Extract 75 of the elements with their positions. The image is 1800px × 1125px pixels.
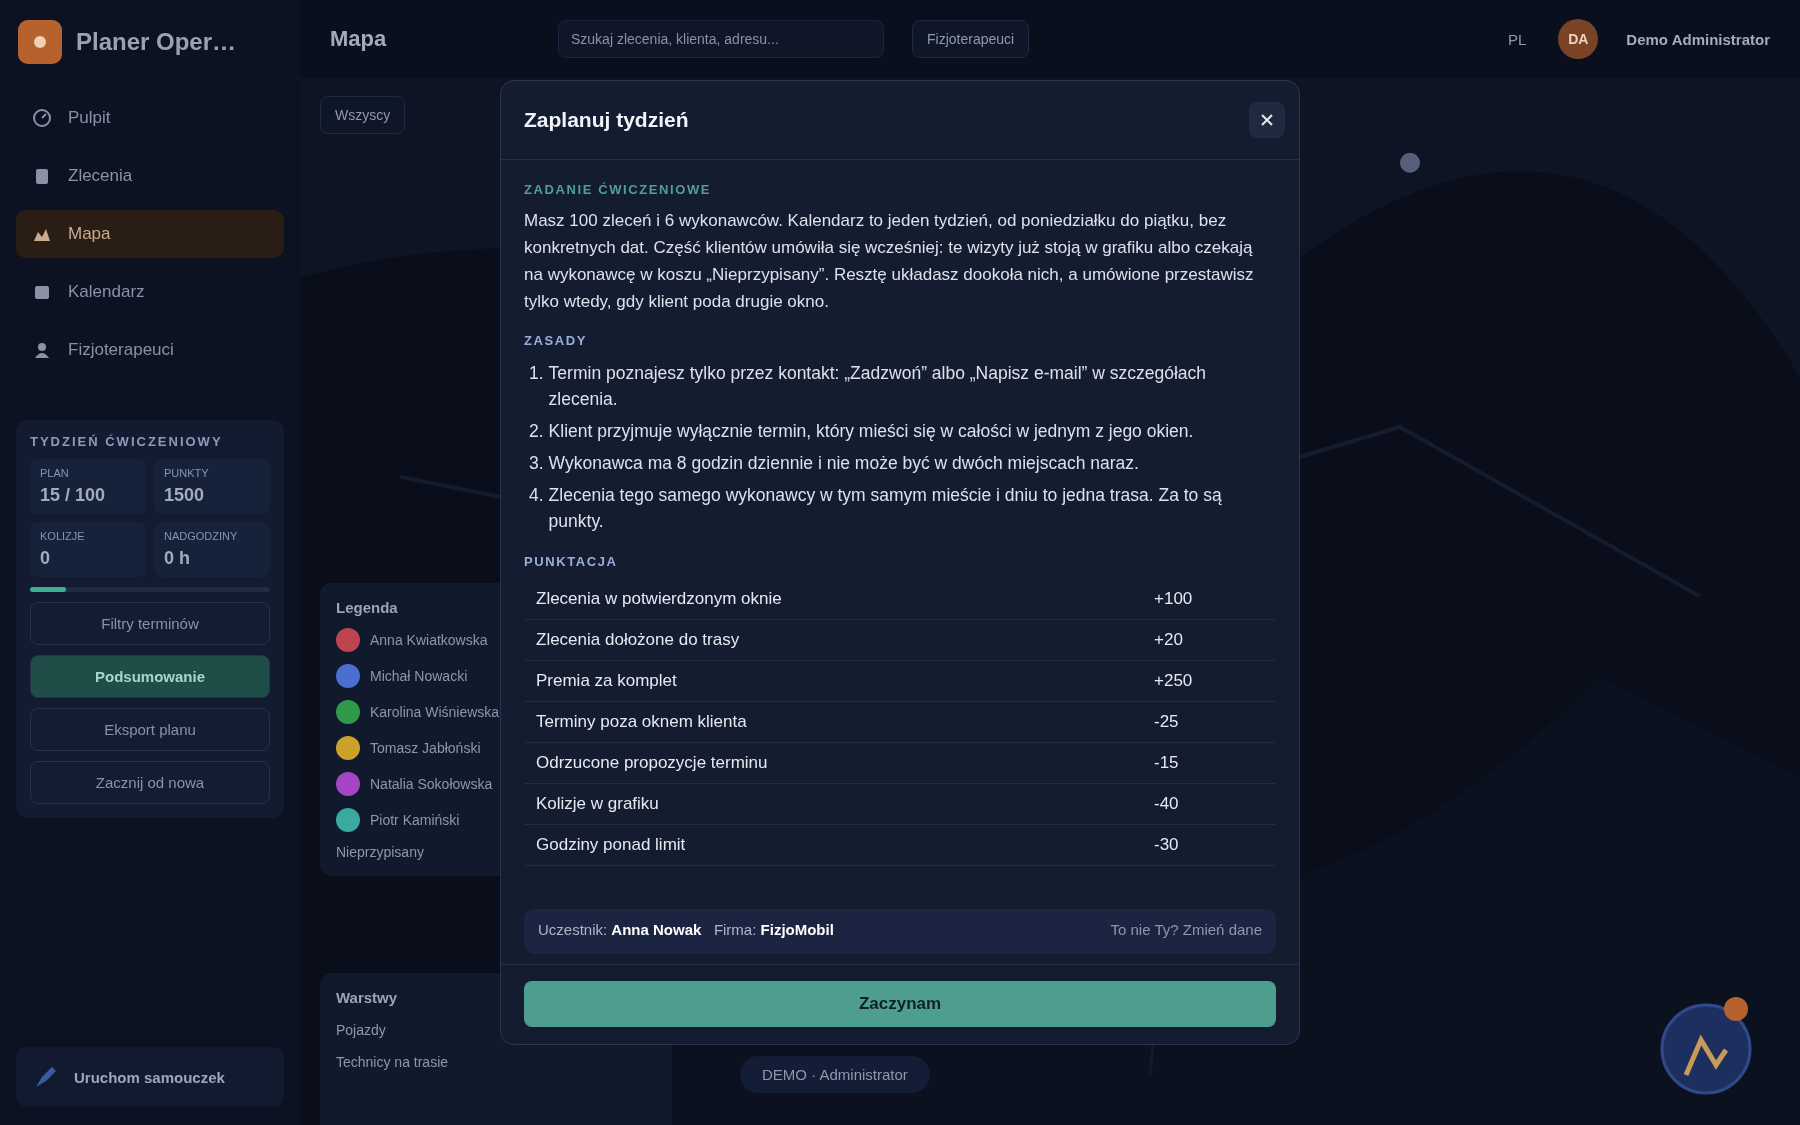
export-button[interactable]: Eksport planu [30,708,270,751]
nav-icon [32,108,52,128]
score-points: -30 [1154,835,1179,855]
dialog-title: Zaplanuj tydzień [524,108,689,132]
stat-label: NADGODZINY [164,530,239,542]
stat-label: PUNKTY [164,467,210,479]
score-points: -15 [1154,753,1179,773]
search-field[interactable]: Szukaj zlecenia, klienta, adresu... [558,20,884,58]
rule-text: Termin poznajesz tylko przez kontakt: „Zadzwoń” albo „Napisz e-mail” w szczegółach zlecenia. [548,362,1208,411]
language-button[interactable]: PL [1504,26,1531,52]
section-heading: ZADANIE ĆWICZENIOWE [524,182,713,197]
close-button[interactable] [1249,102,1285,138]
start-button[interactable]: Zaczynam [524,981,1276,1027]
score-points: +20 [1154,630,1183,650]
section-heading: ZASADY [524,333,589,348]
stat-label: PLAN [40,467,70,479]
tutorial-card[interactable]: Uruchom samouczek [16,1047,284,1107]
employee-name: Tomasz Jabłoński [370,740,481,756]
score-label: Zlecenia dołożone do trasy [536,630,741,650]
nav-item[interactable]: Pulpit [16,94,284,142]
stat-value: 0 h [164,548,191,569]
rule-number: 4. [529,484,544,507]
rule-text: Wykonawca ma 8 godzin dziennie i nie może być w dwóch miejscach naraz. [548,452,1139,475]
score-points: +100 [1154,589,1193,609]
score-label: Zlecenia w potwierdzonym oknie [536,589,783,609]
employee-name: Karolina Wiśniewska [370,704,500,720]
change-data-link[interactable]: To nie Ty? Zmień dane [1110,921,1262,938]
rule-number: 3. [529,452,544,475]
score-points: -25 [1154,712,1179,732]
score-label: Premia za komplet [536,671,678,691]
mode-badge: DEMO · Administrator [740,1056,930,1093]
filter-dropdown[interactable]: Fizjoterapeuci [912,20,1030,58]
rule-text: Zlecenia tego samego wykonawcy w tym samym mieście i dniu to jedna trasa. Za to są punkty. [548,484,1223,533]
page-title: Mapa [330,26,388,52]
nav-item[interactable]: Fizjoterapeuci [16,326,284,374]
employee-name: Piotr Kamiński [370,812,460,828]
rule-number: 1. [529,362,544,385]
section-heading: PUNKTACJA [524,554,619,569]
app-logo-icon [18,20,62,64]
filter-button[interactable]: Filtry terminów [30,602,270,645]
task-description: Masz 100 zleceń i 6 wykonawców. Kalendarz to jeden tydzień, od poniedziałku do piątku, bez konkretnych dat. Część klientów umówiła się wcześniej: te wizyty już stoją w grafiku albo czekają na wykonawcę w koszu „Nieprzypisany”. Resztę układasz dookoła nich, a umówione przestawisz tylko wtedy, gdy klient poda drugie okno. [524,210,1255,313]
nav-item[interactable]: Kalendarz [16,268,284,316]
score-points: +250 [1154,671,1193,691]
score-points: -40 [1154,794,1179,814]
score-label: Kolizje w grafiku [536,794,660,814]
unassigned-label: Nieprzypisany [336,844,424,860]
layer-item[interactable]: Technicy na trasie [336,1054,449,1070]
layer-item[interactable]: Pojazdy [336,1022,386,1038]
close-icon [1260,113,1274,127]
stat-value: 1500 [164,485,206,506]
participant-info: Uczestnik: Anna Nowak Firma: FizjoMobil [538,921,834,938]
summary-button[interactable]: Podsumowanie [30,655,270,698]
employee-name: Natalia Sokołowska [370,776,493,792]
layers-title: Warstwy [336,989,398,1006]
rule-text: Klient przyjmuje wyłącznie termin, który mieści się w całości w jednym z jego okien. [548,420,1194,443]
reset-button[interactable]: Zacznij od nowa [30,761,270,804]
nav-item[interactable]: Zlecenia [16,152,284,200]
stat-label: KOLIZJE [40,530,86,542]
legend-title: Legenda [336,599,398,616]
employee-name: Anna Kwiatkowska [370,632,488,648]
nav-item[interactable]: Mapa [16,210,284,258]
score-label: Terminy poza oknem klienta [536,712,748,732]
score-label: Odrzucone propozycje terminu [536,753,769,773]
app-title: Planer Oper… [76,28,237,56]
rule-number: 2. [529,420,544,443]
score-label: Godziny ponad limit [536,835,687,855]
stat-value: 0 [40,548,51,569]
panel-title: TYDZIEŃ ĆWICZENIOWY [30,434,224,449]
nav-icon [32,340,52,360]
employee-filter[interactable]: Wszyscy [320,96,406,134]
user-name: Demo Administrator [1626,30,1770,48]
tutorial-title: Uruchom samouczek [74,1068,225,1086]
user-avatar[interactable]: DA [1558,19,1599,59]
stat-value: 15 / 100 [40,485,107,506]
employee-name: Michał Nowacki [370,668,468,684]
